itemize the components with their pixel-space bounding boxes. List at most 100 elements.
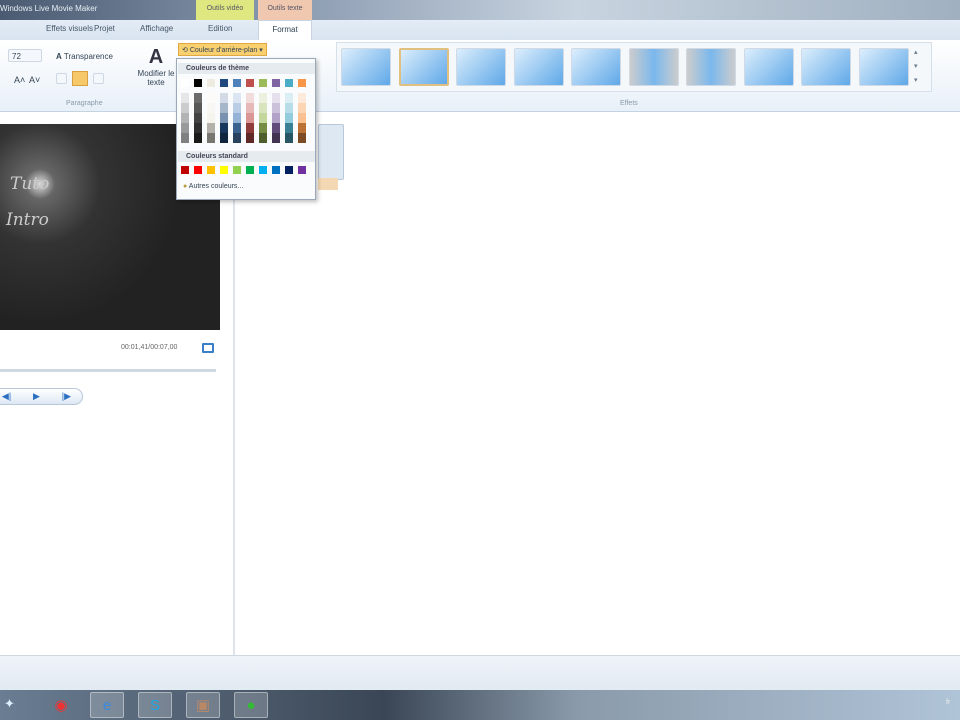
storyboard-clip[interactable]: [318, 124, 344, 180]
standard-color-swatch[interactable]: [298, 166, 306, 174]
skype-icon[interactable]: S: [138, 692, 172, 718]
theme-color-swatch[interactable]: [272, 113, 280, 123]
previous-frame-button[interactable]: ◀|: [2, 391, 11, 402]
standard-color-swatch[interactable]: [181, 166, 189, 174]
theme-color-swatch[interactable]: [246, 133, 254, 143]
theme-color-swatch[interactable]: [220, 133, 228, 143]
theme-color-swatch[interactable]: [194, 103, 202, 113]
standard-color-swatch[interactable]: [246, 166, 254, 174]
effect-thumbnail[interactable]: [801, 48, 851, 86]
theme-color-swatch[interactable]: [233, 113, 241, 123]
theme-color-swatch[interactable]: [233, 79, 241, 87]
theme-color-swatch[interactable]: [233, 103, 241, 113]
theme-color-swatch[interactable]: [259, 113, 267, 123]
theme-color-swatch[interactable]: [298, 79, 306, 87]
theme-color-swatch[interactable]: [298, 133, 306, 143]
start-icon[interactable]: ✦: [4, 696, 15, 712]
theme-color-swatch[interactable]: [298, 113, 306, 123]
theme-color-swatch[interactable]: [194, 113, 202, 123]
theme-color-swatch[interactable]: [285, 103, 293, 113]
theme-color-swatch[interactable]: [285, 133, 293, 143]
effect-thumbnail[interactable]: [513, 48, 564, 86]
theme-color-swatch[interactable]: [194, 79, 202, 87]
theme-color-swatch[interactable]: [285, 79, 293, 87]
chrome-icon[interactable]: ◉: [44, 692, 78, 718]
theme-color-swatch[interactable]: [259, 93, 267, 103]
theme-color-swatch[interactable]: [298, 103, 306, 113]
theme-color-swatch[interactable]: [181, 123, 189, 133]
theme-color-swatch[interactable]: [181, 79, 189, 87]
effect-thumbnail[interactable]: [858, 48, 909, 86]
theme-color-swatch[interactable]: [259, 123, 267, 133]
theme-color-swatch[interactable]: [246, 103, 254, 113]
theme-color-swatch[interactable]: [220, 113, 228, 123]
theme-color-swatch[interactable]: [246, 123, 254, 133]
theme-color-swatch[interactable]: [272, 133, 280, 143]
standard-color-swatch[interactable]: [207, 166, 215, 174]
theme-color-swatch[interactable]: [181, 133, 189, 143]
theme-color-swatch[interactable]: [272, 79, 280, 87]
standard-color-swatch[interactable]: [285, 166, 293, 174]
theme-color-swatch[interactable]: [220, 93, 228, 103]
theme-color-swatch[interactable]: [259, 103, 267, 113]
internet-explorer-icon[interactable]: e: [90, 692, 124, 718]
theme-color-swatch[interactable]: [285, 123, 293, 133]
theme-color-swatch[interactable]: [298, 123, 306, 133]
transparency-button[interactable]: A Transparence: [56, 52, 113, 61]
theme-color-swatch[interactable]: [233, 93, 241, 103]
theme-color-swatch[interactable]: [207, 103, 215, 113]
standard-color-swatch[interactable]: [194, 166, 202, 174]
theme-color-swatch[interactable]: [220, 123, 228, 133]
align-left-button[interactable]: [56, 73, 67, 84]
theme-color-swatch[interactable]: [246, 113, 254, 123]
standard-color-swatch[interactable]: [220, 166, 228, 174]
green-app-icon[interactable]: ●: [234, 692, 268, 718]
more-colors-item[interactable]: ● Autres couleurs...: [183, 183, 243, 190]
fullscreen-icon[interactable]: [202, 343, 214, 353]
effect-thumbnail[interactable]: [341, 48, 391, 86]
effect-thumbnail[interactable]: [628, 48, 679, 86]
storyboard-caption[interactable]: [318, 178, 338, 190]
theme-color-swatch[interactable]: [233, 123, 241, 133]
background-color-button[interactable]: ⟲ Couleur d'arrière-plan ▾: [178, 43, 267, 56]
theme-color-swatch[interactable]: [207, 123, 215, 133]
theme-color-swatch[interactable]: [272, 103, 280, 113]
theme-color-swatch[interactable]: [272, 123, 280, 133]
theme-color-swatch[interactable]: [207, 93, 215, 103]
theme-color-swatch[interactable]: [246, 79, 254, 87]
align-right-button[interactable]: [93, 73, 104, 84]
effect-thumbnail[interactable]: [571, 48, 621, 86]
effect-thumbnail[interactable]: [743, 48, 794, 86]
theme-color-swatch[interactable]: [233, 133, 241, 143]
movie-maker-icon[interactable]: ▣: [186, 692, 220, 718]
tab-view[interactable]: Affichage: [140, 24, 173, 33]
tab-project[interactable]: Projet: [94, 24, 115, 33]
tab-format[interactable]: Format: [258, 20, 312, 40]
theme-color-swatch[interactable]: [285, 113, 293, 123]
tab-visual-effects[interactable]: Effets visuels: [46, 24, 93, 33]
align-center-button[interactable]: [72, 71, 88, 86]
theme-color-swatch[interactable]: [181, 93, 189, 103]
theme-color-swatch[interactable]: [259, 133, 267, 143]
theme-color-swatch[interactable]: [194, 93, 202, 103]
font-grow-icon[interactable]: A˄: [14, 75, 25, 85]
theme-color-swatch[interactable]: [207, 79, 215, 87]
play-button[interactable]: ▶: [33, 391, 40, 402]
standard-color-swatch[interactable]: [233, 166, 241, 174]
effect-thumbnail[interactable]: [686, 48, 736, 86]
theme-color-swatch[interactable]: [181, 103, 189, 113]
font-shrink-icon[interactable]: A˅: [29, 75, 40, 85]
next-frame-button[interactable]: |▶: [62, 391, 71, 402]
theme-color-swatch[interactable]: [220, 79, 228, 87]
theme-color-swatch[interactable]: [207, 133, 215, 143]
effect-thumbnail[interactable]: [398, 48, 449, 86]
standard-color-swatch[interactable]: [259, 166, 267, 174]
theme-color-swatch[interactable]: [220, 103, 228, 113]
theme-color-swatch[interactable]: [194, 133, 202, 143]
gallery-scroll-buttons[interactable]: ▴ ▾ ▾: [914, 46, 918, 88]
theme-color-swatch[interactable]: [259, 79, 267, 87]
theme-color-swatch[interactable]: [181, 113, 189, 123]
theme-color-swatch[interactable]: [246, 93, 254, 103]
theme-color-swatch[interactable]: [285, 93, 293, 103]
theme-color-swatch[interactable]: [272, 93, 280, 103]
